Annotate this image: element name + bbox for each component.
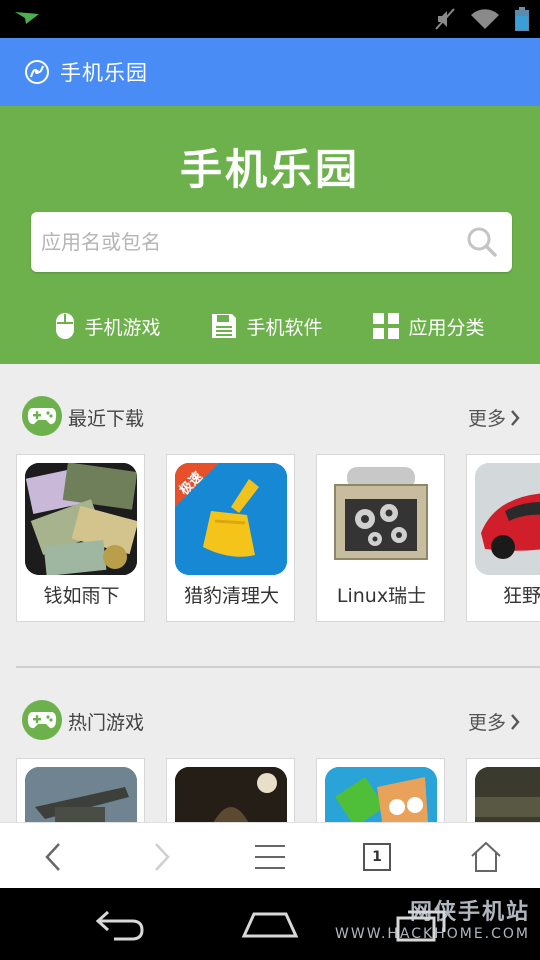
- section-hot-title: 热门游戏: [68, 712, 145, 734]
- gamepad-icon: [22, 396, 62, 436]
- notification-plane-icon: [15, 12, 39, 24]
- section-hot-more-link[interactable]: 更多: [468, 708, 520, 735]
- quick-nav: 手机游戏 手机软件 应用分类: [0, 306, 540, 346]
- mute-icon: [435, 8, 455, 30]
- home-icon: [471, 841, 501, 872]
- chevron-left-icon: [45, 843, 60, 871]
- quicknav-software-label: 手机软件: [246, 316, 323, 339]
- watermark: 网侠手机站 WWW.HACKHOME.COM: [335, 894, 530, 942]
- app-title-bar: 手机乐园: [0, 38, 540, 106]
- section-hot-header: 热门游戏 更多: [0, 700, 540, 744]
- battery-icon: [515, 7, 529, 31]
- back-button[interactable]: [33, 837, 73, 877]
- section-recent-header: 最近下载 更多: [0, 396, 540, 440]
- app-name: 狂野飙: [502, 585, 540, 607]
- section-divider: [16, 666, 540, 668]
- app-card[interactable]: 钱如雨下: [16, 454, 145, 622]
- browser-toolbar: 1: [0, 822, 540, 888]
- tabs-button[interactable]: 1: [357, 837, 397, 877]
- wifi-icon: [471, 9, 499, 29]
- gamepad-icon: [22, 700, 62, 740]
- section-recent-title: 最近下载: [68, 408, 145, 430]
- watermark-title: 网侠手机站: [409, 900, 530, 925]
- hero-banner: 手机乐园 手机游戏 手机软件 应用分类: [0, 106, 540, 364]
- watermark-url: WWW.HACKHOME.COM: [335, 926, 530, 942]
- back-arrow-icon[interactable]: [92, 906, 148, 942]
- forward-button[interactable]: [142, 837, 182, 877]
- home-button[interactable]: [466, 837, 506, 877]
- app-logo-icon[interactable]: [24, 59, 50, 85]
- quicknav-categories-label: 应用分类: [408, 316, 485, 339]
- recent-apps-row: 钱如雨下 极速 猎豹清理大 Linux瑞士 狂野: [0, 454, 540, 622]
- menu-icon: [255, 845, 285, 869]
- gears-toolbox-icon: [325, 463, 437, 575]
- brand-heading: 手机乐园: [179, 145, 360, 194]
- race-car-icon: [475, 463, 540, 575]
- money-icon: [25, 463, 137, 575]
- menu-button[interactable]: [250, 837, 290, 877]
- quicknav-categories[interactable]: 应用分类: [373, 306, 485, 346]
- mouse-icon: [55, 312, 75, 340]
- tabs-icon: 1: [363, 843, 391, 871]
- more-label: 更多: [467, 408, 506, 430]
- broom-icon: 极速: [175, 463, 287, 575]
- system-nav-bar: 网侠手机站 WWW.HACKHOME.COM: [0, 888, 540, 960]
- quicknav-software[interactable]: 手机软件: [211, 306, 323, 346]
- search-icon[interactable]: [466, 226, 498, 258]
- section-recent-more-link[interactable]: 更多: [468, 404, 520, 431]
- app-card[interactable]: 狂野飙: [466, 454, 540, 622]
- status-bar: [0, 0, 540, 38]
- more-label: 更多: [467, 712, 506, 734]
- search-input[interactable]: [41, 222, 461, 262]
- grid-icon: [373, 313, 400, 339]
- search-box[interactable]: [31, 212, 512, 272]
- app-name: 猎豹清理大: [183, 585, 279, 607]
- tab-count: 1: [372, 849, 382, 865]
- app-card[interactable]: 极速 猎豹清理大: [166, 454, 295, 622]
- quicknav-games-label: 手机游戏: [84, 316, 161, 339]
- app-card[interactable]: Linux瑞士: [316, 454, 445, 622]
- app-name: 钱如雨下: [43, 585, 120, 607]
- home-nav-icon[interactable]: [240, 910, 300, 940]
- quicknav-games[interactable]: 手机游戏: [55, 306, 161, 346]
- floppy-disk-icon: [211, 313, 237, 339]
- app-title: 手机乐园: [60, 61, 148, 85]
- chevron-right-icon: [511, 713, 520, 730]
- chevron-right-icon: [511, 409, 520, 426]
- app-name: Linux瑞士: [336, 585, 427, 607]
- chevron-right-icon: [155, 843, 170, 871]
